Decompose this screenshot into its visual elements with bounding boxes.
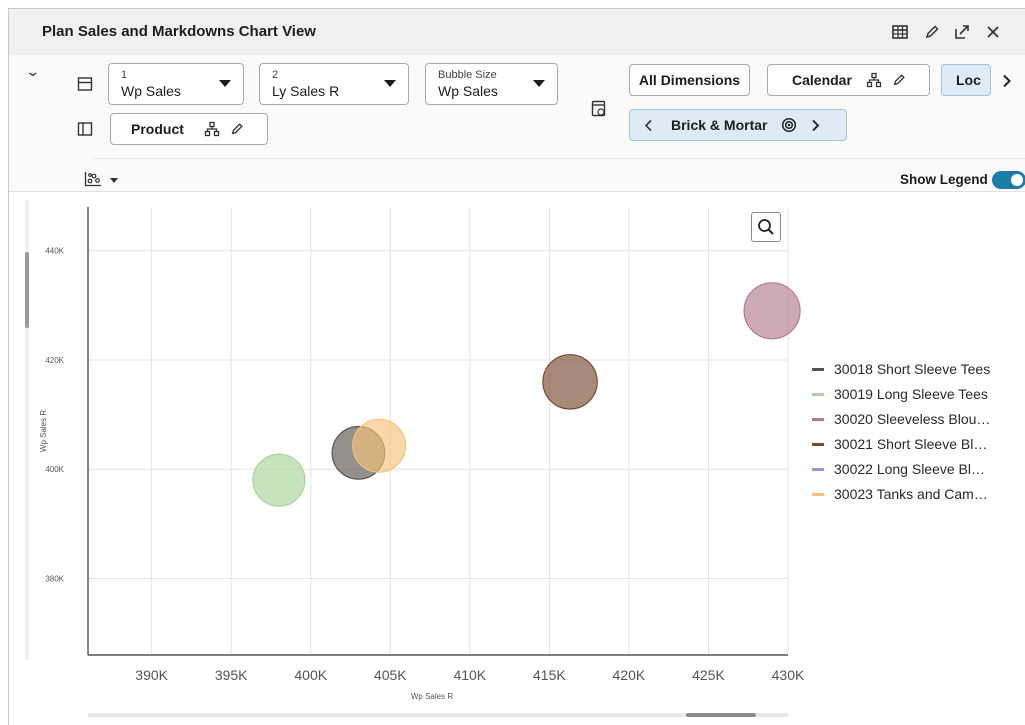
location-dimension-pill[interactable]: Loc	[941, 64, 991, 96]
toolbar-divider	[93, 158, 1025, 159]
measure-1-value: Wp Sales	[121, 83, 181, 99]
chart-type-icon[interactable]	[79, 169, 107, 189]
chart-toolbar: ⌄ 1 Wp Sales 2 Ly Sales R Bubble Size Wp…	[9, 55, 1025, 192]
chevron-down-icon	[533, 80, 545, 87]
bubble-size-value: Wp Sales	[438, 83, 498, 99]
product-label: Product	[131, 121, 184, 137]
all-dimensions-label: All Dimensions	[638, 72, 741, 88]
close-icon[interactable]	[981, 20, 1005, 44]
chart-type-caret-icon[interactable]	[110, 178, 118, 183]
legend-label: 30023 Tanks and Cam…	[834, 486, 988, 502]
location-selector[interactable]: Brick & Mortar	[629, 109, 847, 141]
horizontal-scroll-track[interactable]	[88, 713, 788, 717]
legend-swatch	[812, 442, 824, 446]
measure-2-dropdown[interactable]: 2 Ly Sales R	[259, 63, 409, 105]
show-legend-label: Show Legend	[900, 172, 988, 187]
legend-item[interactable]: 30021 Short Sleeve Bl…	[812, 435, 987, 453]
location-value: Brick & Mortar	[671, 117, 768, 133]
search-icon	[758, 219, 774, 235]
panel-header: Plan Sales and Markdowns Chart View	[9, 9, 1025, 55]
hierarchy-icon[interactable]	[866, 72, 882, 88]
page-edge-icon[interactable]	[589, 99, 609, 119]
columns-layout-icon[interactable]	[75, 119, 95, 139]
panel-title: Plan Sales and Markdowns Chart View	[42, 23, 316, 40]
legend-label: 30019 Long Sleeve Tees	[834, 386, 988, 402]
legend-item[interactable]: 30020 Sleeveless Blou…	[812, 410, 990, 428]
legend-item[interactable]: 30019 Long Sleeve Tees	[812, 385, 988, 403]
chevron-right-icon[interactable]	[811, 119, 820, 132]
legend-swatch	[812, 367, 824, 371]
measure-1-index: 1	[121, 69, 128, 81]
table-view-icon[interactable]	[888, 20, 912, 44]
legend-item[interactable]: 30018 Short Sleeve Tees	[812, 360, 990, 378]
edit-pencil-icon[interactable]	[230, 122, 244, 136]
horizontal-scrollbar[interactable]	[686, 713, 756, 717]
edit-pencil-icon[interactable]	[892, 73, 906, 87]
vertical-scrollbar[interactable]	[25, 252, 29, 328]
chevron-left-icon[interactable]	[644, 119, 653, 132]
all-dimensions-button[interactable]: All Dimensions	[629, 64, 750, 96]
legend-swatch	[812, 492, 824, 496]
calendar-dimension-pill[interactable]: Calendar	[767, 64, 930, 96]
toggle-knob	[1011, 174, 1023, 186]
hierarchy-icon[interactable]	[204, 121, 220, 137]
collapse-toolbar-icon[interactable]: ⌄	[25, 63, 40, 80]
legend-label: 30018 Short Sleeve Tees	[834, 361, 991, 377]
legend-item[interactable]: 30023 Tanks and Cam…	[812, 485, 988, 503]
chevron-down-icon	[384, 80, 396, 87]
legend-swatch	[812, 417, 824, 421]
legend-label: 30022 Long Sleeve Bl…	[834, 461, 985, 477]
location-label: Loc	[956, 72, 981, 88]
product-dimension-pill[interactable]: Product	[110, 113, 268, 145]
edit-pencil-icon[interactable]	[920, 20, 944, 44]
chevron-right-icon[interactable]	[997, 71, 1017, 91]
bubble-size-label: Bubble Size	[438, 69, 497, 81]
legend-label: 30021 Short Sleeve Bl…	[834, 436, 988, 452]
measure-1-dropdown[interactable]: 1 Wp Sales	[108, 63, 244, 105]
legend-swatch	[812, 467, 824, 471]
measure-2-value: Ly Sales R	[272, 83, 340, 99]
show-legend-toggle[interactable]	[992, 171, 1025, 189]
rows-layout-icon[interactable]	[75, 74, 95, 94]
measure-2-index: 2	[272, 69, 279, 81]
expand-icon[interactable]	[950, 20, 974, 44]
zoom-button[interactable]	[751, 212, 781, 242]
chevron-down-icon	[219, 80, 231, 87]
target-icon[interactable]	[781, 117, 797, 133]
legend-label: 30020 Sleeveless Blou…	[834, 411, 991, 427]
legend-item[interactable]: 30022 Long Sleeve Bl…	[812, 460, 985, 478]
calendar-label: Calendar	[792, 72, 852, 88]
legend-swatch	[812, 392, 824, 396]
bubble-size-dropdown[interactable]: Bubble Size Wp Sales	[425, 63, 558, 105]
